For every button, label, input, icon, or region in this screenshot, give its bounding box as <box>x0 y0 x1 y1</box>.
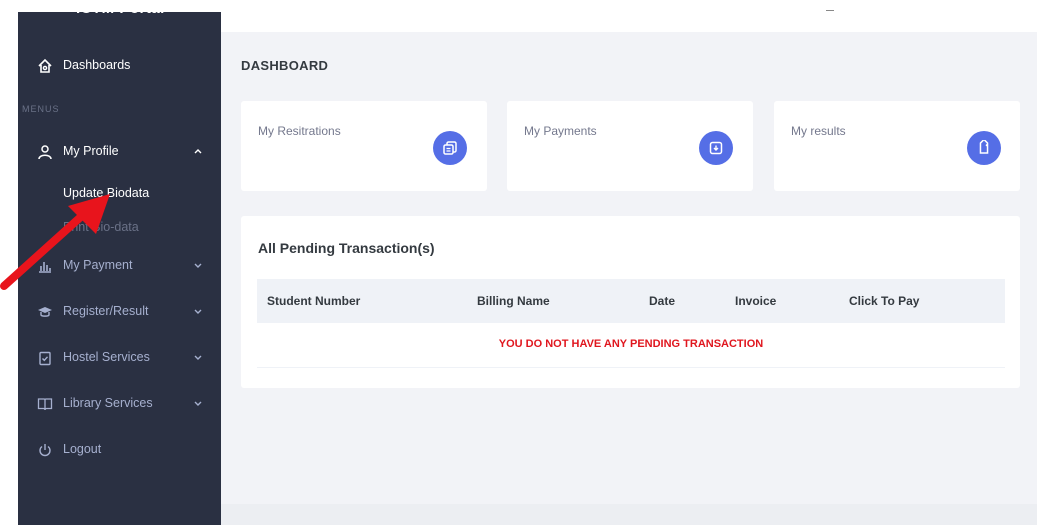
card-title: My Resitrations <box>258 124 341 138</box>
user-icon <box>36 143 54 161</box>
sidebar-item-label: Logout <box>63 442 102 456</box>
power-icon <box>36 441 54 459</box>
chevron-down-icon <box>192 396 204 408</box>
main-content: DASHBOARD My Resitrations My Payments My… <box>221 32 1037 504</box>
brand-title: ICTM Portal <box>76 0 165 17</box>
footer <box>221 504 1037 525</box>
table-header: Student Number Billing Name Date Invoice… <box>257 279 1005 323</box>
empty-state-message: YOU DO NOT HAVE ANY PENDING TRANSACTION <box>498 338 764 350</box>
menus-section-title: MENUS <box>22 104 60 114</box>
chevron-down-icon <box>192 258 204 270</box>
column-header-click-to-pay: Click To Pay <box>849 294 920 308</box>
column-header-billing-name: Billing Name <box>477 294 550 308</box>
card-my-payments[interactable]: My Payments <box>507 101 753 191</box>
sidebar-item-label: My Profile <box>63 144 119 158</box>
bar-chart-icon <box>36 257 54 275</box>
card-title: My results <box>791 124 846 138</box>
card-my-results[interactable]: My results <box>774 101 1020 191</box>
column-header-invoice: Invoice <box>735 294 777 308</box>
chevron-up-icon <box>192 144 204 156</box>
submenu-item-update-biodata[interactable]: Update Biodata <box>63 186 149 200</box>
sidebar-item-label: Hostel Services <box>63 350 150 364</box>
sidebar-item-my-payment[interactable]: My Payment <box>18 252 221 280</box>
copy-icon <box>433 131 467 165</box>
sidebar: ICTM Portal Dashboards MENUS My Profile … <box>18 0 221 525</box>
sidebar-item-dashboards[interactable]: Dashboards <box>18 52 221 80</box>
chevron-down-icon <box>192 304 204 316</box>
column-header-student-number: Student Number <box>267 294 361 308</box>
clipboard-check-icon <box>36 349 54 367</box>
sidebar-item-register-result[interactable]: Register/Result <box>18 298 221 326</box>
tag-icon <box>967 131 1001 165</box>
topbar-divider <box>826 10 834 11</box>
archive-icon <box>699 131 733 165</box>
page-title: DASHBOARD <box>241 58 329 73</box>
book-icon <box>36 395 54 413</box>
home-icon <box>36 57 54 75</box>
sidebar-item-label: Register/Result <box>63 304 149 318</box>
table-row: YOU DO NOT HAVE ANY PENDING TRANSACTION <box>257 323 1005 368</box>
graduation-cap-icon <box>36 303 54 321</box>
sidebar-item-logout[interactable]: Logout <box>18 436 221 464</box>
sidebar-item-library-services[interactable]: Library Services <box>18 390 221 418</box>
sidebar-item-label: Dashboards <box>63 58 131 72</box>
sidebar-item-label: My Payment <box>63 258 133 272</box>
column-header-date: Date <box>649 294 676 308</box>
pending-transactions-panel: All Pending Transaction(s) Student Numbe… <box>241 216 1020 388</box>
card-title: My Payments <box>524 124 597 138</box>
panel-title: All Pending Transaction(s) <box>258 240 435 256</box>
card-my-registrations[interactable]: My Resitrations <box>241 101 487 191</box>
sidebar-item-hostel-services[interactable]: Hostel Services <box>18 344 221 372</box>
chevron-down-icon <box>192 350 204 362</box>
submenu-item-print-biodata[interactable]: Print Bio-data <box>63 220 139 234</box>
sidebar-item-my-profile[interactable]: My Profile <box>18 138 221 166</box>
sidebar-item-label: Library Services <box>63 396 153 410</box>
